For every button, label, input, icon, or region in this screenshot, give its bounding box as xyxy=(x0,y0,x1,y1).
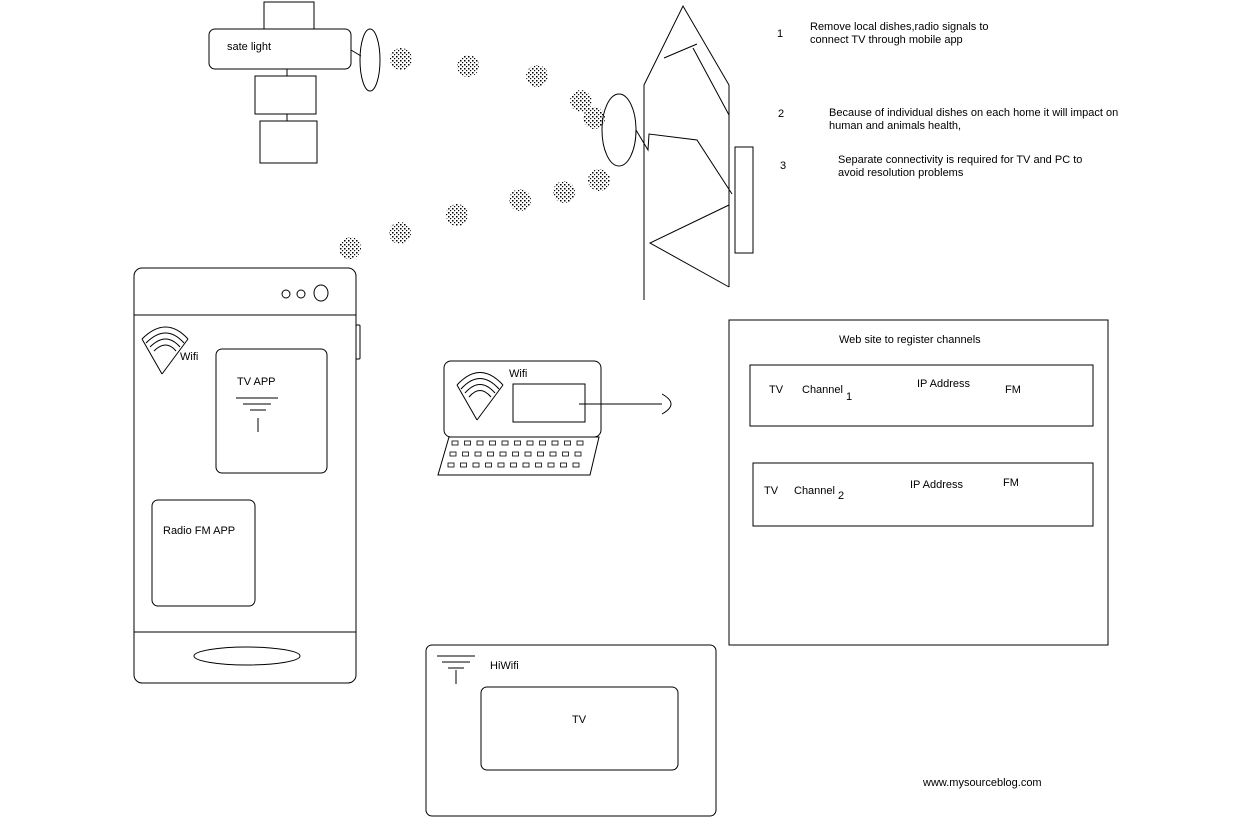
keyboard-key xyxy=(547,462,555,468)
keyboard-key xyxy=(460,462,467,468)
mobile-phone xyxy=(133,267,361,684)
radio-app-label: Radio FM APP xyxy=(163,525,236,537)
keyboard-key xyxy=(497,462,505,468)
phone-home-button xyxy=(193,646,301,666)
laptop xyxy=(437,360,672,476)
laptop-arrow-head xyxy=(661,393,672,415)
note-2-number: 2 xyxy=(778,108,785,120)
keyboard-key xyxy=(560,462,567,468)
tv-screen-label: TV xyxy=(572,714,587,726)
keyboard-key xyxy=(549,451,557,457)
satellite xyxy=(208,1,381,164)
keyboard-key xyxy=(447,462,455,468)
keyboard-keys xyxy=(447,440,584,468)
note-3-number: 3 xyxy=(780,160,787,172)
keyboard-key xyxy=(537,451,544,457)
keyboard-key xyxy=(539,440,546,446)
keyboard-key xyxy=(574,451,582,457)
laptop-screen xyxy=(512,383,586,423)
house-dish xyxy=(601,93,637,167)
wifi-icon xyxy=(456,372,504,421)
tv-screen xyxy=(480,686,679,771)
laptop-wifi-label: Wifi xyxy=(509,368,528,380)
keyboard-key xyxy=(562,451,569,457)
row-1-ip-address: IP Address xyxy=(917,378,970,390)
keyboard-key xyxy=(472,462,480,468)
keyboard-key xyxy=(476,440,484,446)
keyboard-key xyxy=(489,440,496,446)
signal-dots xyxy=(339,48,610,259)
keyboard-key xyxy=(526,440,534,446)
tv-app-label: TV APP xyxy=(237,376,276,388)
keyboard-key xyxy=(485,462,492,468)
keyboard-key xyxy=(524,451,532,457)
satellite-label: sate light xyxy=(227,41,272,53)
keyboard-key xyxy=(535,462,542,468)
note-3-text: Separate connectivity is required for TV… xyxy=(838,154,1083,179)
row-2-tv: TV xyxy=(764,485,779,497)
row-1-fm: FM xyxy=(1005,384,1021,396)
keyboard-key xyxy=(522,462,530,468)
keyboard-key xyxy=(451,440,459,446)
row-2-channel: Channel xyxy=(794,485,835,497)
row-2-ip-address: IP Address xyxy=(910,479,963,491)
tv-box xyxy=(425,644,717,817)
phone-radio-app xyxy=(151,499,256,607)
house-wall-box xyxy=(734,146,754,254)
keyboard-key xyxy=(462,451,469,457)
website-title: Web site to register channels xyxy=(839,334,981,346)
keyboard-key xyxy=(514,440,521,446)
note-1-text: Remove local dishes,radio signals to con… xyxy=(810,21,989,46)
keyboard-key xyxy=(572,462,580,468)
tv-box-frame xyxy=(425,644,717,817)
satellite-panel-1 xyxy=(254,75,317,115)
keyboard-key xyxy=(464,440,471,446)
row-1-channel-number: 1 xyxy=(846,391,853,403)
keyboard-key xyxy=(510,462,517,468)
keyboard-key xyxy=(449,451,457,457)
note-1-number: 1 xyxy=(777,28,784,40)
satellite-antenna-dish xyxy=(359,28,381,92)
row-2-fm: FM xyxy=(1003,477,1019,489)
phone-wifi-label: Wifi xyxy=(180,351,199,363)
note-2-text: Because of individual dishes on each hom… xyxy=(829,107,1119,132)
satellite-panel-2 xyxy=(259,120,318,164)
keyboard-key xyxy=(512,451,519,457)
keyboard-key xyxy=(551,440,559,446)
row-1-channel: Channel xyxy=(802,384,843,396)
hiwifi-label: HiWifi xyxy=(490,660,519,672)
row-2-channel-number: 2 xyxy=(838,490,845,502)
footer-site: www.mysourceblog.com xyxy=(923,777,1042,789)
keyboard-key xyxy=(487,451,494,457)
keyboard-key xyxy=(501,440,509,446)
phone-tv-app xyxy=(215,348,328,474)
phone-body xyxy=(133,267,357,684)
house-building xyxy=(601,4,754,300)
keyboard-key xyxy=(474,451,482,457)
keyboard-key xyxy=(564,440,571,446)
keyboard-key xyxy=(499,451,507,457)
row-1-tv: TV xyxy=(769,384,784,396)
keyboard-key xyxy=(576,440,584,446)
satellite-top-panel xyxy=(263,1,315,30)
